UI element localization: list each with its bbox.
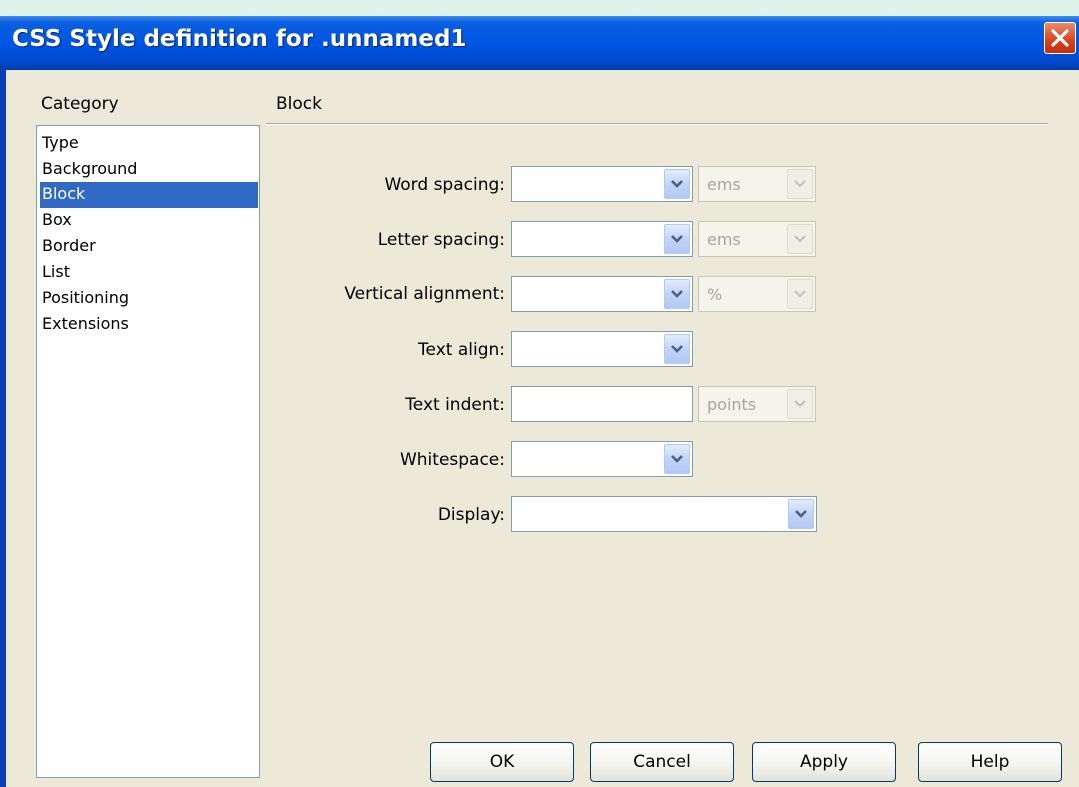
window-title: CSS Style definition for .unnamed1 [12, 26, 467, 52]
help-button[interactable]: Help [918, 742, 1062, 782]
window-border [0, 70, 6, 787]
category-item-box[interactable]: Box [40, 208, 258, 234]
word-spacing-unit: ems [707, 175, 741, 194]
category-label: Category [41, 94, 119, 114]
display-select[interactable] [511, 496, 817, 532]
title-bar[interactable]: CSS Style definition for .unnamed1 [0, 16, 1079, 70]
text-indent-unit-select: points [698, 386, 816, 422]
word-spacing-unit-dropdown-button [787, 169, 813, 199]
vertical-alignment-unit: % [707, 285, 723, 304]
chevron-down-icon [794, 235, 806, 243]
category-list[interactable]: Type Background Block Box Border List Po… [36, 125, 260, 778]
chevron-down-icon [794, 400, 806, 408]
section-divider [266, 123, 1048, 125]
whitespace-label: Whitespace: [399, 450, 505, 470]
chevron-down-icon [671, 180, 683, 188]
chevron-down-icon [671, 235, 683, 243]
vertical-alignment-select[interactable] [511, 276, 693, 312]
vertical-alignment-unit-dropdown-button [787, 279, 813, 309]
letter-spacing-label: Letter spacing: [377, 230, 505, 250]
word-spacing-dropdown-button[interactable] [664, 169, 690, 199]
chevron-down-icon [671, 290, 683, 298]
category-item-positioning[interactable]: Positioning [40, 286, 258, 312]
text-align-dropdown-button[interactable] [664, 334, 690, 364]
whitespace-dropdown-button[interactable] [664, 444, 690, 474]
category-item-type[interactable]: Type [40, 131, 258, 157]
display-label: Display: [437, 505, 505, 525]
text-indent-unit-dropdown-button [787, 389, 813, 419]
letter-spacing-unit-select: ems [698, 221, 816, 257]
word-spacing-select[interactable] [511, 166, 693, 202]
vertical-alignment-unit-select: % [698, 276, 816, 312]
css-style-dialog: CSS Style definition for .unnamed1 Categ… [0, 16, 1079, 787]
category-item-extensions[interactable]: Extensions [40, 312, 258, 338]
display-dropdown-button[interactable] [788, 499, 814, 529]
text-align-label: Text align: [418, 340, 505, 360]
letter-spacing-select[interactable] [511, 221, 693, 257]
chevron-down-icon [671, 345, 683, 353]
category-item-border[interactable]: Border [40, 234, 258, 260]
chevron-down-icon [671, 455, 683, 463]
chevron-down-icon [794, 290, 806, 298]
chevron-down-icon [795, 510, 807, 518]
close-button[interactable] [1044, 22, 1076, 54]
category-item-background[interactable]: Background [40, 157, 258, 183]
letter-spacing-unit: ems [707, 230, 741, 249]
text-indent-label: Text indent: [405, 395, 505, 415]
chevron-down-icon [794, 180, 806, 188]
word-spacing-label: Word spacing: [384, 175, 505, 195]
whitespace-select[interactable] [511, 441, 693, 477]
close-icon [1051, 29, 1069, 47]
text-indent-input[interactable] [511, 386, 693, 422]
letter-spacing-dropdown-button[interactable] [664, 224, 690, 254]
category-item-block[interactable]: Block [40, 182, 258, 208]
text-indent-unit: points [707, 395, 757, 414]
cancel-button[interactable]: Cancel [590, 742, 734, 782]
vertical-alignment-dropdown-button[interactable] [664, 279, 690, 309]
vertical-alignment-label: Vertical alignment: [344, 284, 505, 304]
text-align-select[interactable] [511, 331, 693, 367]
section-title: Block [276, 94, 322, 114]
word-spacing-unit-select: ems [698, 166, 816, 202]
letter-spacing-unit-dropdown-button [787, 224, 813, 254]
category-item-list[interactable]: List [40, 260, 258, 286]
apply-button[interactable]: Apply [752, 742, 896, 782]
ok-button[interactable]: OK [430, 742, 574, 782]
